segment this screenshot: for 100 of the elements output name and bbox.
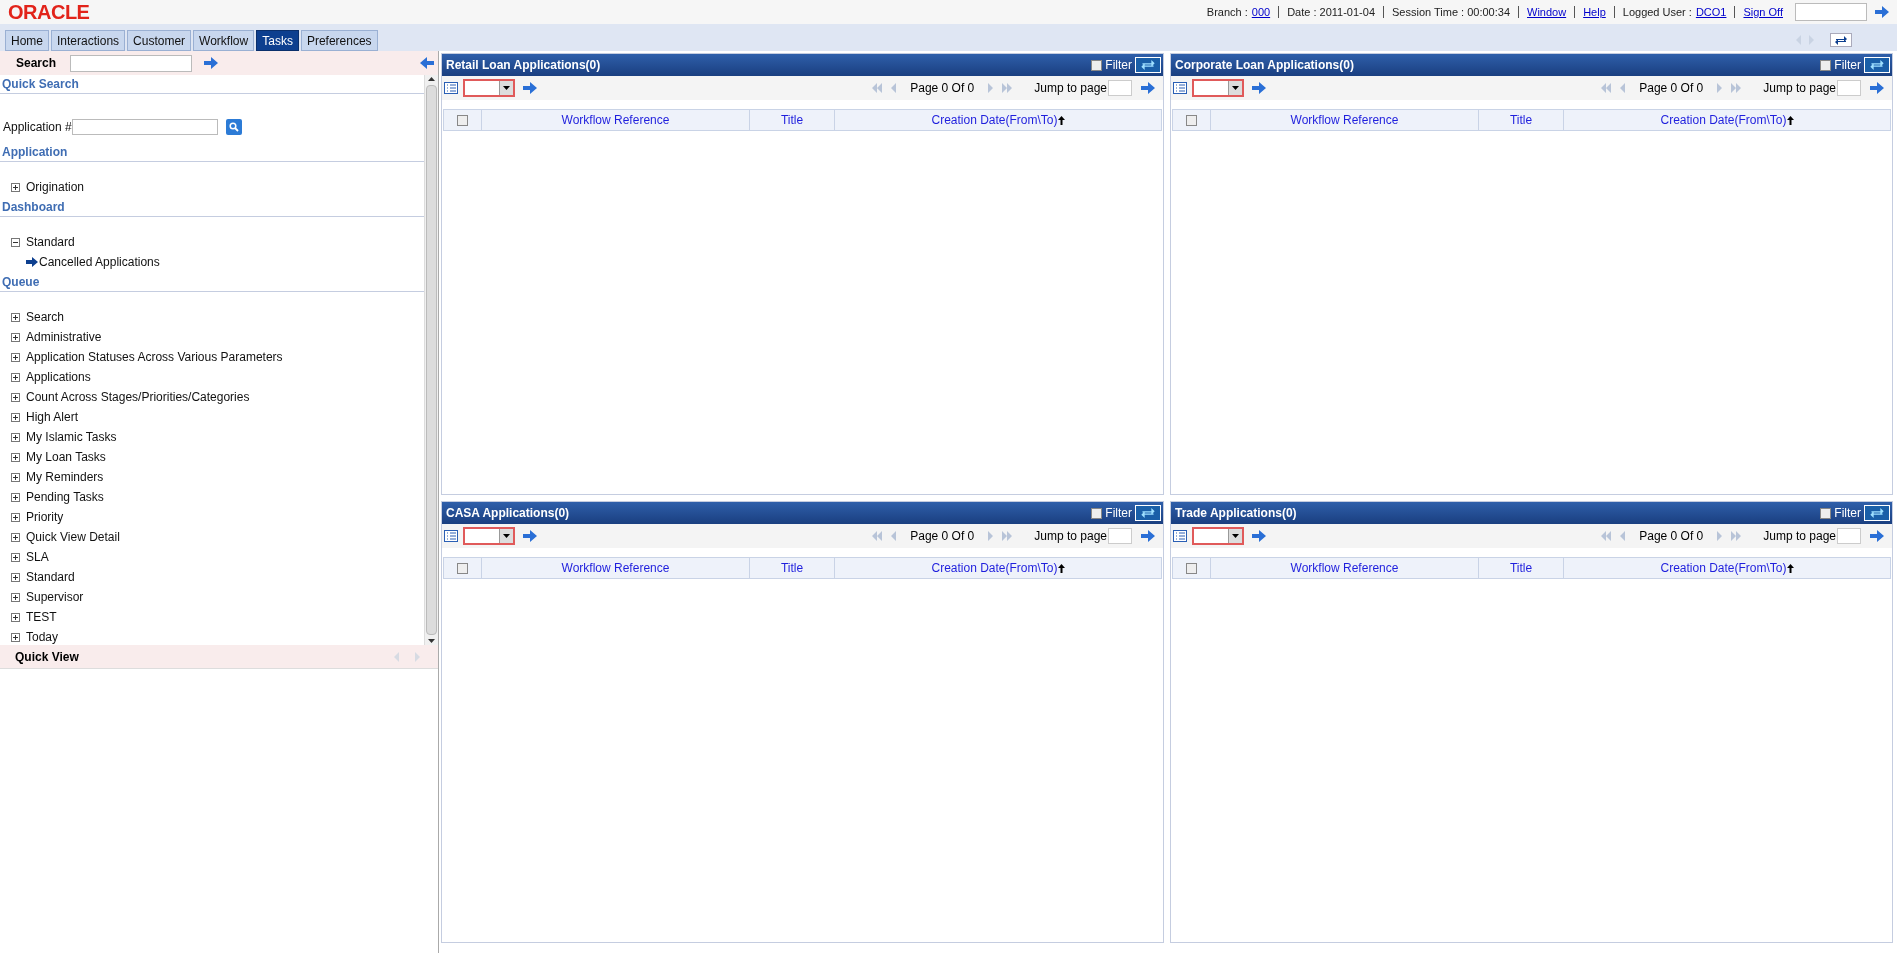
go-button[interactable] — [1252, 530, 1266, 542]
column-header[interactable]: Creation Date(From\To) — [931, 559, 1058, 577]
nav-tab[interactable]: Customer — [127, 30, 192, 51]
nav-tab[interactable]: Interactions — [51, 30, 126, 51]
user-link[interactable]: DCO1 — [1695, 3, 1727, 21]
page-number-field[interactable] — [1108, 528, 1132, 544]
tree-item[interactable]: Supervisor — [26, 588, 84, 606]
column-header[interactable]: Workflow Reference — [1290, 559, 1399, 577]
tree-item[interactable]: Search — [26, 308, 65, 326]
scrollbar[interactable] — [424, 75, 438, 645]
column-header[interactable]: Workflow Reference — [561, 111, 670, 129]
column-header[interactable]: Title — [1509, 111, 1533, 129]
tree-item[interactable]: Today — [26, 628, 59, 646]
expand-icon[interactable] — [11, 182, 20, 192]
scroll-up-icon[interactable] — [428, 77, 435, 81]
expand-icon[interactable] — [11, 632, 20, 642]
tree-item[interactable]: Pending Tasks — [26, 488, 104, 506]
header-link[interactable]: Help — [1583, 3, 1606, 21]
expand-icon[interactable] — [11, 312, 20, 322]
page-number-field[interactable] — [1837, 528, 1861, 544]
tree-item[interactable]: My Loan Tasks — [26, 448, 106, 466]
column-header[interactable]: Workflow Reference — [561, 559, 670, 577]
view-dropdown[interactable] — [463, 79, 515, 97]
select-all-checkbox[interactable] — [1186, 114, 1197, 126]
nav-tab[interactable]: Preferences — [300, 30, 378, 51]
view-dropdown[interactable] — [1192, 527, 1244, 545]
filter-checkbox[interactable] — [1091, 59, 1103, 71]
go-button[interactable] — [1875, 6, 1889, 18]
column-header[interactable]: Creation Date(From\To) — [931, 111, 1058, 129]
tree-item[interactable]: TEST — [26, 608, 57, 626]
column-header[interactable]: Workflow Reference — [1290, 111, 1399, 129]
tree-item[interactable]: Administrative — [26, 328, 102, 346]
sidebar-search-field[interactable] — [70, 54, 192, 72]
go-button[interactable] — [420, 57, 434, 69]
expand-icon[interactable] — [11, 412, 20, 422]
go-button[interactable] — [204, 57, 218, 69]
go-button[interactable] — [1870, 530, 1884, 542]
expand-icon[interactable] — [11, 372, 20, 382]
select-all-checkbox[interactable] — [457, 562, 468, 574]
expand-icon[interactable] — [11, 432, 20, 442]
expand-icon[interactable] — [11, 332, 20, 342]
list-view-icon[interactable] — [444, 82, 458, 94]
expand-icon[interactable] — [11, 452, 20, 462]
column-header[interactable]: Title — [780, 559, 804, 577]
header-link[interactable]: Window — [1527, 3, 1567, 21]
tree-item[interactable]: My Islamic Tasks — [26, 428, 117, 446]
branch-link[interactable]: 000 — [1251, 3, 1271, 21]
view-dropdown[interactable] — [463, 527, 515, 545]
column-header[interactable]: Title — [1509, 559, 1533, 577]
page-number-field[interactable] — [1108, 80, 1132, 96]
list-view-icon[interactable] — [1173, 530, 1187, 542]
expand-icon[interactable] — [11, 352, 20, 362]
tree-item[interactable]: Standard — [26, 568, 75, 586]
tree-item[interactable]: Priority — [26, 508, 64, 526]
expand-icon[interactable] — [11, 532, 20, 542]
expand-icon[interactable] — [11, 492, 20, 502]
tree-item[interactable]: My Reminders — [26, 468, 104, 486]
tree-item[interactable]: Origination — [26, 178, 85, 196]
tree-item[interactable]: Applications — [26, 368, 91, 386]
list-view-icon[interactable] — [444, 530, 458, 542]
go-button[interactable] — [1141, 530, 1155, 542]
column-header[interactable]: Title — [780, 111, 804, 129]
go-button[interactable] — [1141, 82, 1155, 94]
expand-icon[interactable] — [11, 592, 20, 602]
expand-icon[interactable] — [11, 552, 20, 562]
filter-checkbox[interactable] — [1820, 507, 1832, 519]
select-all-checkbox[interactable] — [457, 114, 468, 126]
application-number-field[interactable] — [71, 119, 218, 135]
expand-icon[interactable] — [11, 512, 20, 522]
search-button[interactable] — [225, 119, 242, 135]
refresh-button[interactable] — [1830, 33, 1852, 47]
tree-item[interactable]: SLA — [26, 548, 49, 566]
sign-off-link[interactable]: Sign Off — [1743, 3, 1783, 21]
tree-item[interactable]: Cancelled Applications — [39, 253, 160, 271]
tree-item[interactable]: Standard — [26, 233, 75, 251]
column-header[interactable]: Creation Date(From\To) — [1660, 111, 1787, 129]
expand-icon[interactable] — [11, 572, 20, 582]
page-number-field[interactable] — [1837, 80, 1861, 96]
collapse-icon[interactable] — [11, 237, 20, 247]
list-view-icon[interactable] — [1173, 82, 1187, 94]
go-button[interactable] — [1252, 82, 1266, 94]
scroll-down-icon[interactable] — [428, 639, 435, 643]
go-button[interactable] — [523, 82, 537, 94]
go-button[interactable] — [1870, 82, 1884, 94]
column-header[interactable]: Creation Date(From\To) — [1660, 559, 1787, 577]
tree-item[interactable]: Application Statuses Across Various Parameters — [26, 348, 283, 366]
nav-tab[interactable]: Tasks — [256, 30, 299, 51]
tree-item[interactable]: Quick View Detail — [26, 528, 120, 546]
expand-icon[interactable] — [11, 472, 20, 482]
nav-tab[interactable]: Workflow — [193, 30, 255, 51]
expand-icon[interactable] — [11, 612, 20, 622]
header-search-field[interactable] — [1795, 3, 1867, 21]
filter-checkbox[interactable] — [1091, 507, 1103, 519]
view-dropdown[interactable] — [1192, 79, 1244, 97]
filter-checkbox[interactable] — [1820, 59, 1832, 71]
go-button[interactable] — [523, 530, 537, 542]
tree-item[interactable]: Count Across Stages/Priorities/Categories — [26, 388, 250, 406]
tree-item[interactable]: High Alert — [26, 408, 79, 426]
expand-icon[interactable] — [11, 392, 20, 402]
nav-tab[interactable]: Home — [5, 30, 49, 51]
